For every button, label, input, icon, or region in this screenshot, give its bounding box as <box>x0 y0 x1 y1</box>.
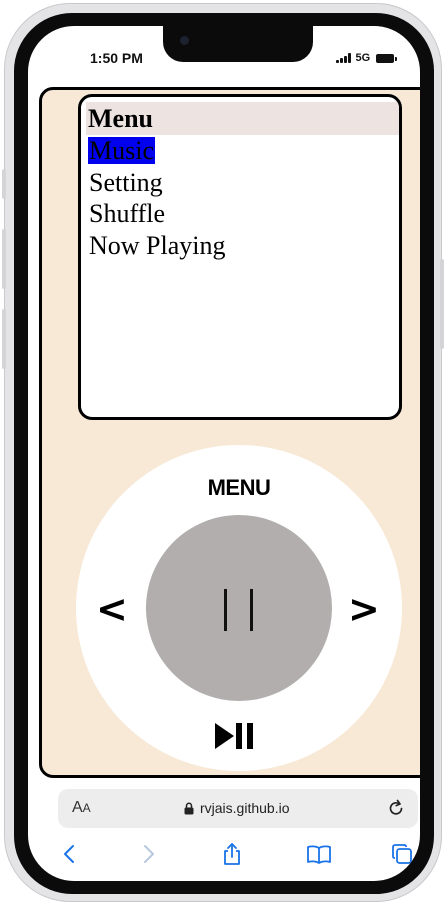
reload-icon[interactable] <box>386 798 406 818</box>
menu-item-label: Setting <box>89 167 163 197</box>
text-size-button[interactable]: AA <box>72 799 91 817</box>
text-size-label-small: A <box>82 801 91 815</box>
share-icon <box>224 843 240 865</box>
lock-icon <box>184 802 194 814</box>
menu-item-now-playing[interactable]: Now Playing <box>86 230 227 262</box>
url-text: rvjais.github.io <box>200 800 290 816</box>
battery-icon <box>376 53 398 63</box>
ipod-screen: Menu Music Setting Shuffle Now Playing <box>78 94 402 420</box>
wheel-next-button[interactable]: > <box>348 589 380 629</box>
text-size-label: A <box>72 799 83 816</box>
forward-button[interactable] <box>133 836 165 872</box>
back-button[interactable] <box>53 836 85 872</box>
status-indicators: 5G <box>336 52 398 64</box>
phone-frame: 1:50 PM 5G Menu Music Setting Shuffle No… <box>2 3 444 902</box>
pause-icon <box>224 589 227 631</box>
click-wheel[interactable]: MENU < > <box>76 445 402 771</box>
menu-item-shuffle[interactable]: Shuffle <box>86 198 227 230</box>
wheel-center-button[interactable] <box>146 515 332 701</box>
volume-down-button <box>2 309 6 369</box>
volume-up-button <box>2 229 6 289</box>
ipod-body: Menu Music Setting Shuffle Now Playing M… <box>39 87 420 778</box>
wheel-prev-button[interactable]: < <box>96 589 128 629</box>
wheel-menu-button[interactable]: MENU <box>76 475 402 501</box>
url-display[interactable]: rvjais.github.io <box>184 800 290 816</box>
play-pause-icon[interactable] <box>214 721 258 751</box>
signal-icon <box>336 53 351 63</box>
forward-icon <box>144 845 154 863</box>
tabs-icon <box>392 844 412 864</box>
tabs-button[interactable] <box>386 836 418 872</box>
browser-toolbar <box>28 836 420 872</box>
menu-list: Music Setting Shuffle Now Playing <box>86 135 227 261</box>
menu-item-setting[interactable]: Setting <box>86 167 227 199</box>
phone-bezel: 1:50 PM 5G Menu Music Setting Shuffle No… <box>14 13 434 894</box>
power-button <box>440 259 444 349</box>
bookmarks-button[interactable] <box>303 836 335 872</box>
network-type: 5G <box>355 52 371 64</box>
share-button[interactable] <box>216 836 248 872</box>
notch <box>163 26 313 62</box>
status-time: 1:50 PM <box>90 50 143 66</box>
menu-item-label: Shuffle <box>89 199 166 228</box>
menu-title: Menu <box>86 102 399 135</box>
phone-screen: 1:50 PM 5G Menu Music Setting Shuffle No… <box>28 26 420 881</box>
menu-item-music[interactable]: Music <box>86 135 227 167</box>
back-icon <box>64 845 74 863</box>
camera-icon <box>180 36 189 45</box>
menu-item-label: Now Playing <box>89 230 226 260</box>
pause-icon <box>250 589 253 631</box>
menu-item-label: Music <box>88 136 155 165</box>
bookmarks-icon <box>307 845 331 864</box>
mute-switch <box>2 169 6 199</box>
address-bar[interactable]: AA rvjais.github.io <box>58 789 418 828</box>
